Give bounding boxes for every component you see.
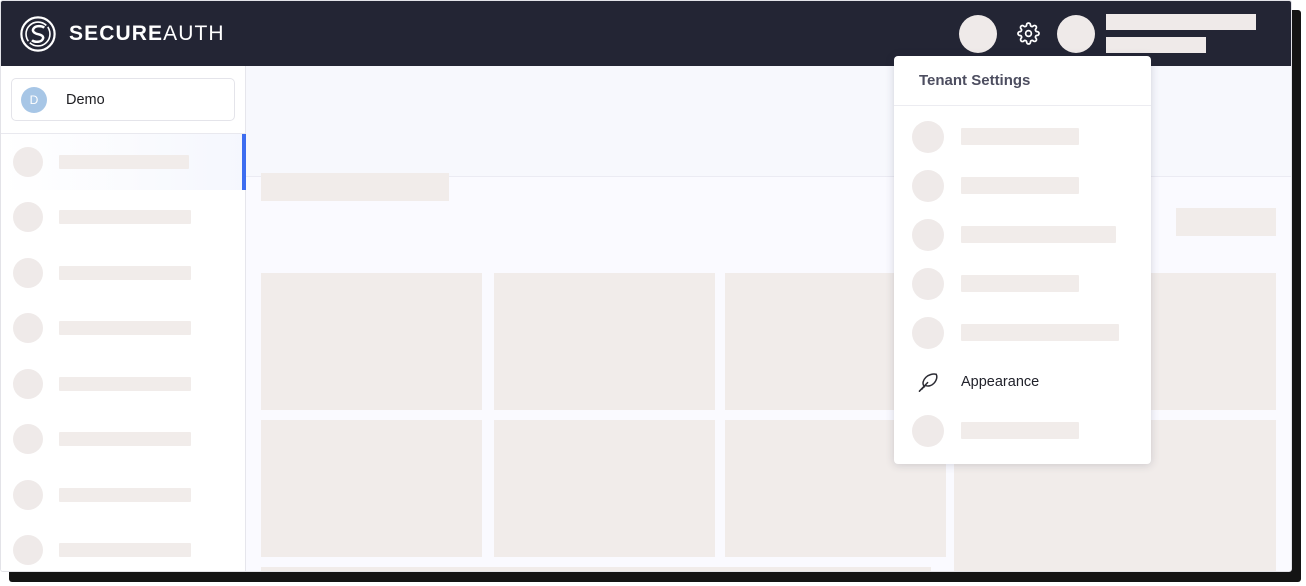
sidebar-item-label-skeleton: [59, 376, 191, 391]
sidebar-item-label-skeleton: [59, 432, 191, 447]
tenant-settings-menu-list: Appearance: [894, 106, 1151, 464]
sidebar-item-icon-skeleton: [13, 202, 43, 233]
application-window: SECUREAUTH D Demo Tenant Settings Appear…: [0, 0, 1292, 572]
menu-item-icon-skeleton: [912, 316, 944, 349]
sidebar-item-1[interactable]: [1, 190, 245, 246]
tenant-selector[interactable]: D Demo: [11, 78, 235, 121]
secureauth-s-logo-icon: [19, 15, 57, 53]
menu-item-label-skeleton: [961, 324, 1119, 341]
sidebar-item-7[interactable]: [1, 523, 245, 572]
sidebar-item-label-skeleton: [59, 487, 191, 502]
tenant-settings-header: Tenant Settings: [894, 56, 1151, 106]
menu-item-icon-skeleton: [912, 267, 944, 300]
tenant-name: Demo: [66, 91, 105, 108]
user-name-skeleton: [1106, 14, 1256, 30]
sidebar-item-6[interactable]: [1, 467, 245, 523]
user-role-skeleton: [1106, 37, 1206, 53]
card-skeleton-4: [261, 420, 482, 557]
menu-item-icon-skeleton: [912, 218, 944, 251]
menu-item-icon-skeleton: [912, 169, 944, 202]
menu-item-skeleton-4[interactable]: [894, 308, 1151, 357]
menu-item-label-skeleton: [961, 177, 1079, 194]
brand-title: SECUREAUTH: [69, 22, 225, 46]
sidebar-item-label-skeleton: [59, 543, 191, 558]
sidebar-item-icon-skeleton: [13, 313, 43, 344]
sidebar-item-label-skeleton: [59, 321, 191, 336]
sidebar-item-5[interactable]: [1, 412, 245, 468]
card-skeleton-5: [494, 420, 715, 557]
menu-item-label: Appearance: [961, 373, 1040, 390]
sidebar-item-icon-skeleton: [13, 368, 43, 399]
sidebar-item-icon-skeleton: [13, 424, 43, 455]
brand-title-light: AUTH: [163, 21, 225, 45]
sidebar-item-icon-skeleton: [13, 146, 43, 177]
menu-item-label-skeleton: [961, 422, 1079, 439]
user-name-skeleton-group: [1106, 14, 1256, 53]
menu-item-icon-skeleton: [912, 120, 944, 153]
sidebar-item-icon-skeleton: [13, 535, 43, 566]
card-skeleton-8: [261, 567, 931, 571]
brand-title-bold: SECURE: [69, 21, 164, 45]
brand-logo-area[interactable]: SECUREAUTH: [19, 15, 225, 53]
menu-item-skeleton-6[interactable]: [894, 406, 1151, 455]
sidebar-item-icon-skeleton: [13, 257, 43, 288]
menu-item-label-skeleton: [961, 128, 1079, 145]
menu-item-skeleton-0[interactable]: [894, 112, 1151, 161]
header-notification-skeleton[interactable]: [959, 14, 997, 53]
page-title: Tenant Settings: [919, 72, 1031, 89]
sidebar-item-4[interactable]: [1, 356, 245, 412]
menu-item-label-skeleton: [961, 226, 1116, 243]
sidebar: D Demo: [1, 66, 246, 572]
gear-icon[interactable]: [1011, 17, 1045, 51]
sidebar-item-label-skeleton: [59, 154, 189, 169]
header-user-menu[interactable]: [1057, 14, 1256, 53]
sidebar-item-label-skeleton: [59, 210, 191, 225]
card-skeleton-1: [494, 273, 715, 410]
sidebar-item-3[interactable]: [1, 301, 245, 357]
sidebar-item-0[interactable]: [1, 134, 246, 190]
menu-item-appearance[interactable]: Appearance: [894, 357, 1151, 406]
card-skeleton-0: [261, 273, 482, 410]
sidebar-item-2[interactable]: [1, 245, 245, 301]
feather-icon: [912, 366, 944, 398]
sidebar-item-icon-skeleton: [13, 479, 43, 510]
menu-item-skeleton-1[interactable]: [894, 161, 1151, 210]
menu-item-skeleton-2[interactable]: [894, 210, 1151, 259]
menu-item-label-skeleton: [961, 275, 1079, 292]
menu-item-skeleton-3[interactable]: [894, 259, 1151, 308]
tenant-avatar: D: [21, 86, 47, 113]
tenant-settings-dropdown: Tenant Settings Appearance: [894, 56, 1151, 464]
sidebar-nav-list: [1, 134, 246, 572]
sidebar-item-label-skeleton: [59, 265, 191, 280]
menu-item-icon-skeleton: [912, 414, 944, 447]
avatar[interactable]: [1057, 14, 1095, 53]
